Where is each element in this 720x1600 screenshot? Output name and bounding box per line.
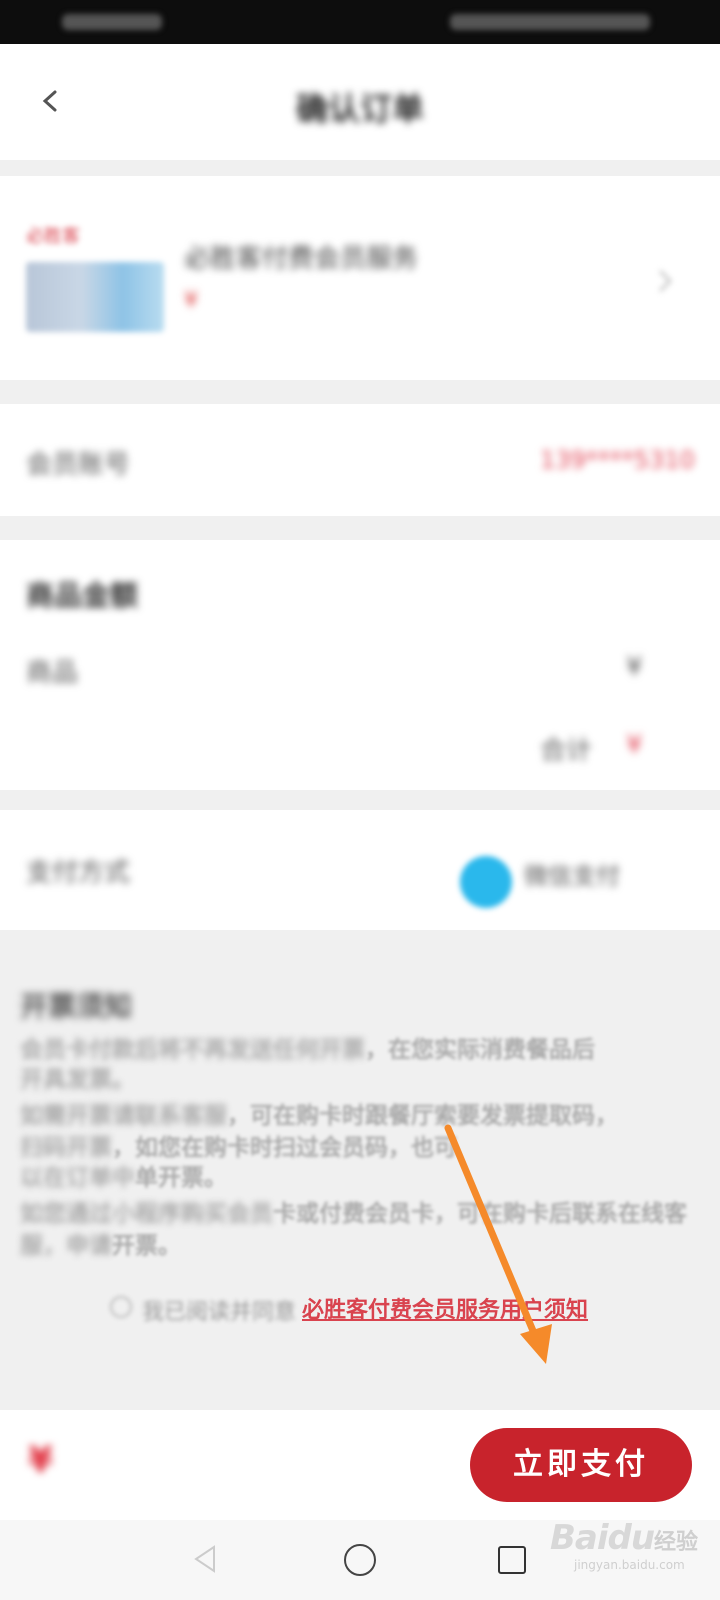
notes-line-faded: 如您通过小程序购买会员: [20, 1201, 273, 1227]
subtotal-label: 合计: [540, 736, 593, 766]
notes-line-faded: 开具发票。: [20, 1067, 135, 1093]
account-value: 139****5310: [540, 446, 695, 474]
watermark-logo: Baidu: [550, 1518, 655, 1558]
nav-home-icon[interactable]: [344, 1544, 376, 1576]
notes-title: 开票须知: [20, 990, 133, 1023]
nav-recent-apps-icon[interactable]: [498, 1546, 526, 1574]
notes-line: 如您通过小程序购买会员卡或付费会员卡，可在购卡后联系在线客: [20, 1194, 687, 1228]
watermark-cn: 经验: [654, 1530, 699, 1555]
notes-line: 以在订单中单开票。: [20, 1158, 227, 1192]
product-tag: 必胜客: [26, 226, 80, 247]
item-label: 商品: [26, 658, 79, 688]
header: 确认订单: [0, 44, 720, 160]
account-label: 会员账号: [26, 450, 131, 480]
chevron-right-icon: [659, 270, 672, 292]
watermark-url: jingyan.baidu.com: [574, 1558, 685, 1572]
baidu-jingyan-watermark: Baidu 经验 jingyan.baidu.com: [550, 1512, 720, 1582]
notes-line-text: 开票。: [112, 1233, 181, 1259]
notes-line: 服，申请开票。: [20, 1226, 181, 1260]
item-value: ¥: [626, 652, 643, 682]
notes-line-faded: 服，申请: [20, 1233, 112, 1259]
product-price: ¥: [184, 288, 198, 313]
status-right-blob: [450, 14, 650, 30]
details-title: 商品金额: [26, 579, 139, 612]
pay-now-button[interactable]: 立即支付: [470, 1428, 692, 1502]
nav-back-icon[interactable]: [192, 1544, 218, 1574]
product-title: 必胜客付费会员服务: [184, 244, 419, 274]
status-left-blob: [62, 14, 162, 30]
agree-prefix: 我已阅读并同意: [142, 1300, 297, 1325]
notes-line: 开具发票。: [20, 1060, 135, 1094]
notes-line-text: ，在您实际消费餐品后: [365, 1037, 595, 1063]
notes-line-text: 单开票。: [135, 1165, 227, 1191]
payment-label: 支付方式: [26, 858, 131, 888]
page-title: 确认订单: [295, 90, 424, 128]
status-bar: [0, 0, 720, 44]
payment-method: 微信支付: [524, 862, 620, 890]
notes-line: 扫码开票，如您在购卡时扫过会员码，也可: [20, 1128, 457, 1162]
subtotal-value: ¥: [626, 730, 643, 760]
product-thumbnail: [26, 262, 164, 332]
total-price: ¥: [28, 1440, 54, 1481]
notes-line-faded: 如需开票请联系客服: [20, 1103, 227, 1129]
annotation-arrow-icon: [444, 1124, 552, 1364]
wechat-pay-icon: [460, 856, 512, 908]
notes-line-faded: 以在订单中: [20, 1165, 135, 1191]
agree-checkbox[interactable]: [110, 1296, 132, 1318]
notes-line: 会员卡付款后将不再发送任何开票，在您实际消费餐品后: [20, 1030, 595, 1064]
